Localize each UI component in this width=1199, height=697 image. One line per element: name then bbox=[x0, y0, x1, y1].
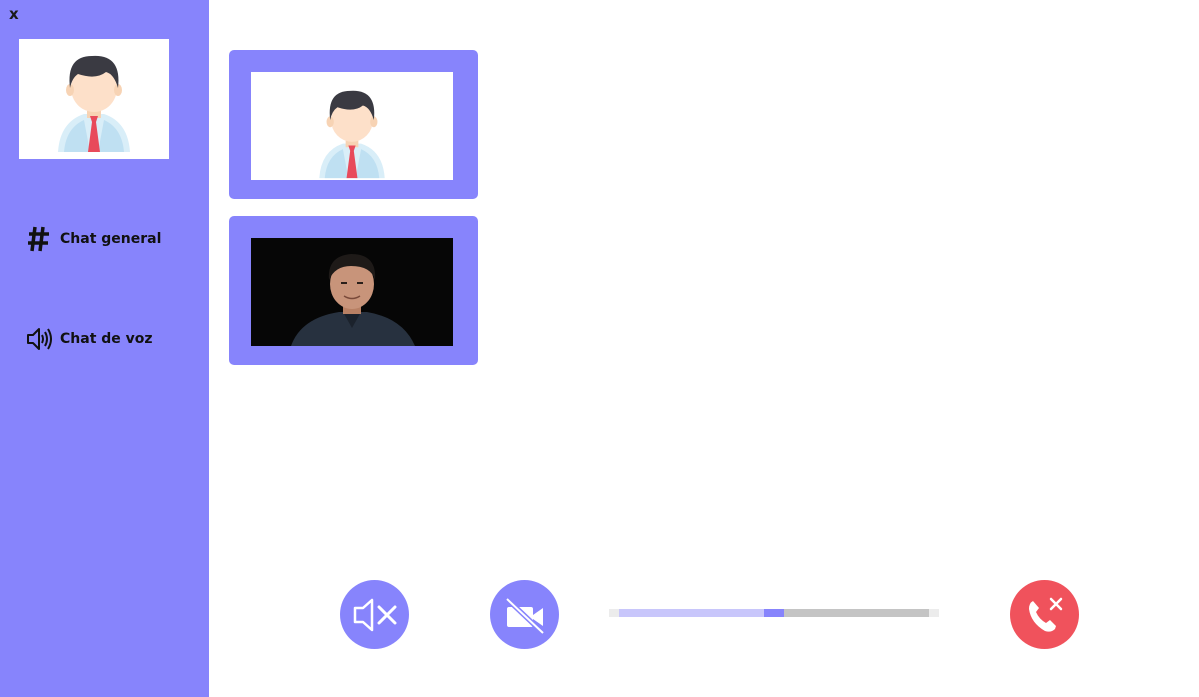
volume-slider-fill bbox=[619, 609, 764, 617]
mute-button[interactable] bbox=[340, 580, 409, 649]
volume-slider-thumb[interactable] bbox=[764, 609, 784, 617]
participant-tile[interactable] bbox=[229, 50, 478, 199]
phone-hangup-icon bbox=[1028, 597, 1062, 632]
sidebar-item-label: Chat de voz bbox=[60, 331, 153, 347]
participant-video bbox=[251, 72, 453, 180]
hang-up-button[interactable] bbox=[1010, 580, 1079, 649]
hash-icon bbox=[26, 226, 52, 252]
participant-video bbox=[251, 238, 453, 346]
user-avatar-icon bbox=[58, 55, 130, 152]
speaker-icon bbox=[26, 326, 52, 352]
user-avatar-icon bbox=[319, 90, 385, 179]
close-button[interactable]: x bbox=[9, 4, 23, 24]
participant-tile[interactable] bbox=[229, 216, 478, 365]
speaker-muted-icon bbox=[353, 598, 396, 631]
camera-off-icon bbox=[504, 596, 545, 635]
sidebar-item-label: Chat general bbox=[60, 231, 162, 247]
sidebar: x Chat general Chat de voz bbox=[0, 0, 209, 697]
sidebar-item-chat-general[interactable]: Chat general bbox=[26, 226, 161, 252]
person-video-icon bbox=[291, 254, 415, 346]
profile-avatar bbox=[19, 39, 169, 159]
camera-toggle-button[interactable] bbox=[490, 580, 559, 649]
sidebar-item-chat-de-voz[interactable]: Chat de voz bbox=[26, 326, 153, 352]
